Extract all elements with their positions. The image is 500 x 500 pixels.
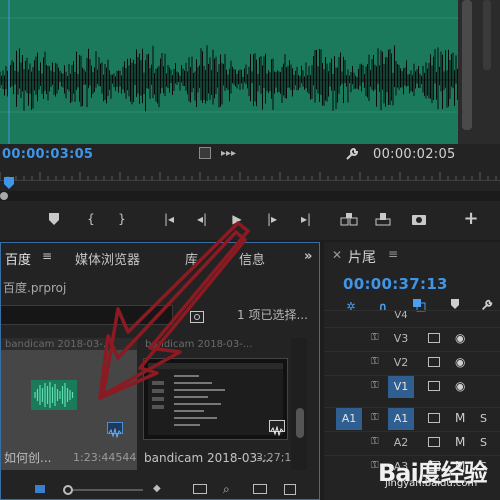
lock-icon[interactable]: ⚿ [371, 412, 379, 423]
tab-menu-icon[interactable]: ≡ [42, 249, 52, 263]
add-button-icon[interactable]: + [462, 209, 480, 229]
safe-margins-icon[interactable] [199, 147, 211, 159]
overwrite-icon[interactable] [374, 209, 392, 229]
go-to-out-icon[interactable]: ▸| [297, 209, 315, 229]
export-frame-icon[interactable] [410, 209, 428, 229]
playhead-timecode[interactable]: 00:00:03:05 [2, 147, 93, 162]
sync-lock-icon[interactable] [428, 437, 440, 447]
project-filename: 百度.prproj [3, 281, 67, 295]
track-label[interactable]: A2 [388, 432, 414, 454]
zoom-scrollbar-handle[interactable] [0, 192, 8, 200]
more-panels-icon[interactable]: » [304, 249, 312, 264]
item-top-caption: bandicam 2018-03-... [5, 339, 113, 350]
source-monitor: 00:00:03:05 ▸▸▸ 00:00:02:05 { } |◂ ◂| ▶ … [0, 0, 500, 240]
track-label[interactable]: V2 [388, 352, 414, 374]
go-to-in-icon[interactable]: |◂ [160, 209, 178, 229]
tab-project[interactable]: 百度 [5, 249, 31, 268]
sync-lock-icon[interactable] [428, 357, 440, 367]
ruler-baseline [0, 180, 500, 181]
track-label[interactable]: V1 [388, 376, 414, 398]
tab-info[interactable]: 信息 [239, 249, 265, 268]
mark-in-icon[interactable]: { [82, 209, 100, 229]
track-a2[interactable]: ⚿ A2 M S [324, 431, 500, 455]
track-v3[interactable]: ⚿ V3 ◉ [324, 327, 500, 351]
eye-icon[interactable]: ◉ [455, 379, 465, 393]
sync-lock-icon[interactable] [428, 413, 440, 423]
tab-media-browser[interactable]: 媒体浏览器 [75, 249, 140, 268]
audio-badge-icon [107, 422, 123, 439]
play-icon[interactable]: ▶ [228, 209, 246, 229]
lock-icon[interactable]: ⚿ [371, 332, 379, 343]
track-v2[interactable]: ⚿ V2 ◉ [324, 351, 500, 375]
add-marker-icon[interactable] [45, 209, 63, 229]
track-a1[interactable]: A1 ⚿ A1 M S [324, 407, 500, 431]
search-input[interactable] [1, 305, 173, 325]
audio-scrub-icon[interactable]: ▸▸▸ [221, 148, 236, 159]
duration-timecode: 00:00:02:05 [373, 147, 456, 162]
zoom-slider-handle[interactable] [63, 485, 73, 495]
sort-icon[interactable]: ◆ [153, 483, 161, 494]
sync-lock-icon[interactable] [428, 381, 440, 391]
tab-libraries[interactable]: 库 [185, 249, 198, 268]
source-patch-a1[interactable]: A1 [336, 408, 362, 430]
automate-icon[interactable] [193, 484, 207, 494]
new-search-bin-icon[interactable] [190, 308, 204, 327]
timeline-timecode[interactable]: 00:00:37:13 [343, 275, 448, 293]
zoom-scrollbar[interactable] [0, 191, 500, 201]
selection-count: 1 项已选择... [237, 308, 308, 322]
close-icon[interactable]: ✕ [332, 248, 342, 262]
track-label[interactable]: V4 [388, 305, 414, 327]
project-item-video[interactable] [143, 358, 288, 440]
scrollbar-thumb[interactable] [462, 0, 472, 130]
project-scrollbar[interactable] [291, 338, 307, 470]
eye-icon[interactable]: ◉ [455, 331, 465, 345]
item-top-caption: bandicam 2018-03-... [145, 339, 253, 350]
new-item-icon[interactable] [284, 484, 296, 495]
wrench-icon[interactable] [344, 146, 360, 166]
scrollbar-thumb-secondary[interactable] [483, 0, 491, 70]
watermark-url: jingyan.baidu.com [385, 478, 478, 489]
sync-lock-icon[interactable] [428, 333, 440, 343]
eye-icon[interactable]: ◉ [455, 355, 465, 369]
tab-menu-icon[interactable]: ≡ [388, 247, 398, 261]
zoom-slider-track[interactable] [73, 489, 143, 491]
item-duration: 1:23:44544 [73, 451, 137, 464]
transport-controls: { } |◂ ◂| ▶ |▸ ▸| + [0, 205, 500, 233]
solo-button[interactable]: S [480, 436, 487, 449]
solo-button[interactable]: S [480, 412, 487, 425]
mute-button[interactable]: M [455, 411, 465, 425]
step-forward-icon[interactable]: |▸ [263, 209, 281, 229]
project-panel: 百度 ≡ 媒体浏览器 库 信息 » 百度.prproj 1 项已选择... ba… [0, 242, 320, 500]
time-ruler[interactable] [0, 168, 500, 188]
playhead-marker[interactable] [4, 174, 14, 189]
new-bin-icon[interactable] [253, 484, 267, 494]
waveform-graphic [0, 0, 458, 144]
project-scrollbar-thumb[interactable] [296, 408, 304, 438]
sequence-tab[interactable]: 片尾 [348, 247, 376, 267]
project-panel-tabs: 百度 ≡ 媒体浏览器 库 信息 » [1, 243, 319, 271]
find-icon[interactable]: ⌕ [223, 482, 230, 497]
insert-icon[interactable] [340, 209, 358, 229]
mark-out-icon[interactable]: } [113, 209, 131, 229]
audio-clip-icon [31, 380, 77, 414]
lock-icon[interactable]: ⚿ [371, 380, 379, 391]
lock-icon[interactable]: ⚿ [371, 356, 379, 367]
lock-icon[interactable]: ⚿ [371, 436, 379, 447]
project-bottom-toolbar: ◆ ⌕ [1, 481, 319, 499]
track-label[interactable]: V3 [388, 328, 414, 350]
item-name: bandicam 2018-03-... [144, 451, 273, 465]
video-thumbnail-graphic [148, 363, 283, 435]
video-badge-icon [269, 420, 285, 437]
item-name: 如何创... [4, 451, 52, 465]
step-back-icon[interactable]: ◂| [193, 209, 211, 229]
track-label[interactable]: A1 [388, 408, 414, 430]
audio-waveform-display[interactable] [0, 0, 458, 144]
icon-view-icon[interactable] [35, 485, 45, 493]
track-v1[interactable]: ⚿ V1 ◉ [324, 375, 500, 399]
mute-button[interactable]: M [455, 435, 465, 449]
